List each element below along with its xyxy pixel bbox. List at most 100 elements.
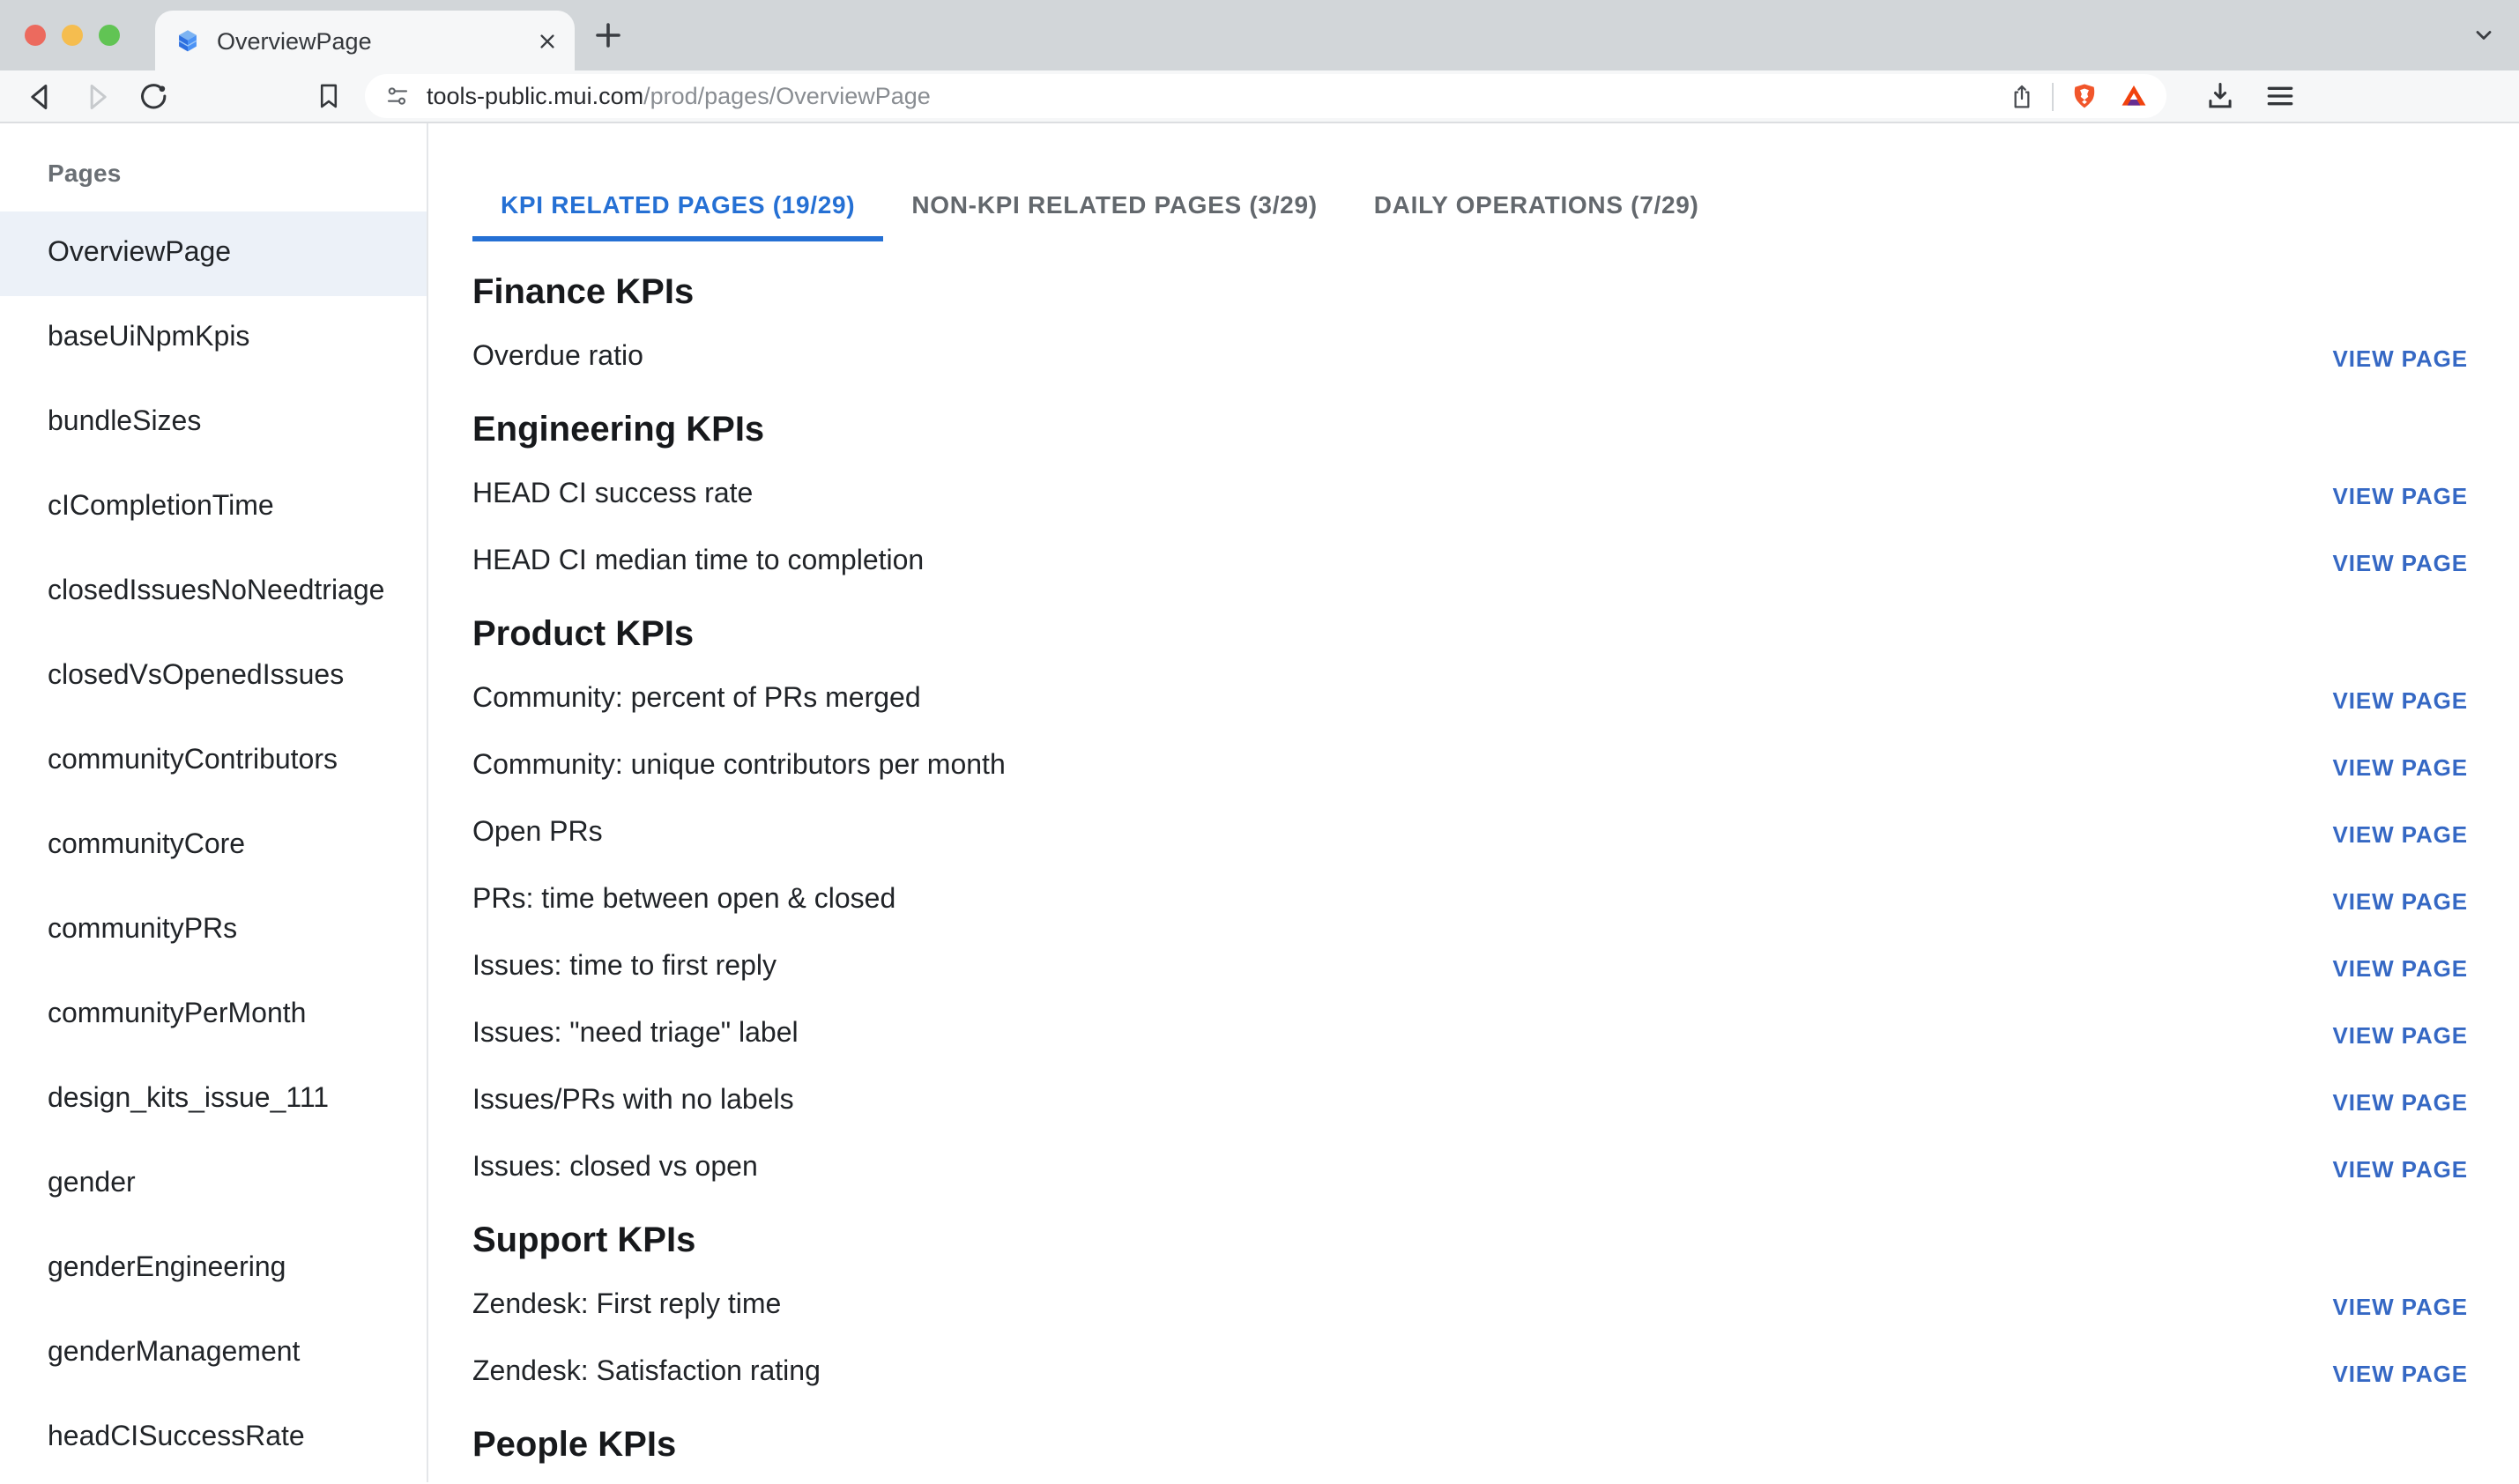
tab-daily-operations-7-29[interactable]: DAILY OPERATIONS (7/29) [1346, 166, 1728, 241]
sidebar-item-gendermanagement[interactable]: genderManagement [0, 1311, 427, 1396]
tab-close-icon[interactable] [538, 31, 557, 50]
sidebar-item-closedissuesnoneedtriage[interactable]: closedIssuesNoNeedtriage [0, 550, 427, 634]
kpi-row: Issues: "need triage" label VIEW PAGE [472, 1001, 2468, 1068]
sidebar-item-overviewpage[interactable]: OverviewPage [0, 211, 427, 296]
share-icon[interactable] [2008, 82, 2036, 110]
view-page-button[interactable]: VIEW PAGE [2332, 545, 2468, 579]
view-page-button[interactable]: VIEW PAGE [2332, 1152, 2468, 1185]
view-page-button[interactable]: VIEW PAGE [2332, 1356, 2468, 1390]
sidebar-item-communitycontributors[interactable]: communityContributors [0, 719, 427, 804]
kpi-label: HEAD CI median time to completion [472, 546, 924, 578]
browser-tab[interactable]: OverviewPage [155, 11, 575, 70]
kpi-row: Zendesk: First reply time VIEW PAGE [472, 1273, 2468, 1339]
tab-kpi-related-pages-19-29[interactable]: KPI RELATED PAGES (19/29) [472, 166, 883, 241]
view-page-button[interactable]: VIEW PAGE [2332, 1018, 2468, 1051]
section-title: Engineering KPIs [472, 398, 2468, 462]
kpi-label: Zendesk: First reply time [472, 1290, 781, 1322]
view-page-button[interactable]: VIEW PAGE [2332, 750, 2468, 783]
kpi-row: Community: unique contributors per month… [472, 733, 2468, 800]
view-page-button[interactable]: VIEW PAGE [2332, 951, 2468, 984]
kpi-label: Overdue ratio [472, 342, 643, 374]
toolbar-divider [2052, 82, 2054, 110]
kpi-label: Issues: closed vs open [472, 1153, 758, 1184]
view-page-button[interactable]: VIEW PAGE [2332, 683, 2468, 716]
tab-title: OverviewPage [217, 27, 538, 54]
sidebar-header: Pages [48, 155, 427, 190]
kpi-label: Zendesk: Satisfaction rating [472, 1357, 821, 1389]
window-close-button[interactable] [25, 25, 46, 46]
brave-shield-icon[interactable] [2069, 81, 2099, 111]
reload-button-icon[interactable] [130, 73, 176, 119]
kpi-label: Issues/PRs with no labels [472, 1086, 794, 1117]
sidebar-item-cicompletiontime[interactable]: cICompletionTime [0, 465, 427, 550]
sidebar-item-gender[interactable]: gender [0, 1142, 427, 1227]
kpi-row: Overdue ratio VIEW PAGE [472, 324, 2468, 391]
pages-sidebar: Pages OverviewPagebaseUiNpmKpisbundleSiz… [0, 123, 428, 1482]
kpi-label: HEAD CI success rate [472, 479, 753, 511]
kpi-row: Issues: time to first reply VIEW PAGE [472, 934, 2468, 1001]
kpi-label: Open PRs [472, 818, 603, 850]
kpi-label: PRs: time between open & closed [472, 885, 895, 916]
kpi-label: Community: percent of PRs merged [472, 684, 921, 716]
download-icon[interactable] [2196, 73, 2242, 119]
kpi-sections: Finance KPIsOverdue ratioVIEW PAGEEngine… [472, 261, 2468, 1477]
kpi-label: Issues: "need triage" label [472, 1019, 799, 1050]
browser-window: OverviewPage [0, 0, 2519, 1484]
tab-search-chevron-icon[interactable] [2471, 23, 2496, 48]
tab-non-kpi-related-pages-3-29[interactable]: NON-KPI RELATED PAGES (3/29) [883, 166, 1345, 241]
kpi-label: Community: unique contributors per month [472, 751, 1006, 783]
bookmark-icon[interactable] [305, 73, 351, 119]
menu-hamburger-icon[interactable] [2256, 73, 2302, 119]
window-minimize-button[interactable] [62, 25, 83, 46]
view-page-button[interactable]: VIEW PAGE [2332, 341, 2468, 375]
view-page-button[interactable]: VIEW PAGE [2332, 1085, 2468, 1118]
section-title: Support KPIs [472, 1209, 2468, 1273]
view-page-button[interactable]: VIEW PAGE [2332, 884, 2468, 917]
url-bar[interactable]: tools-public.mui.com/prod/pages/Overview… [365, 74, 2166, 118]
section-support-kpis: Support KPIs Zendesk: First reply time VIE… [472, 1209, 2468, 1406]
view-page-button[interactable]: VIEW PAGE [2332, 817, 2468, 850]
bat-rewards-icon[interactable] [2119, 81, 2149, 111]
section-title: Product KPIs [472, 603, 2468, 666]
sidebar-item-headcisuccessrate[interactable]: headCISuccessRate [0, 1396, 427, 1480]
sidebar-item-bundlesizes[interactable]: bundleSizes [0, 381, 427, 465]
section-title: Finance KPIs [472, 261, 2468, 324]
site-settings-icon[interactable] [384, 83, 411, 109]
kpi-row: Community: percent of PRs merged VIEW PAG… [472, 666, 2468, 733]
section-finance-kpis: Finance KPIs Overdue ratio VIEW PAGE [472, 261, 2468, 391]
site-favicon-icon [173, 26, 203, 56]
sidebar-item-design-kits-issue-111[interactable]: design_kits_issue_111 [0, 1057, 427, 1142]
section-engineering-kpis: Engineering KPIs HEAD CI success rate VIEW… [472, 398, 2468, 596]
window-zoom-button[interactable] [99, 25, 120, 46]
sidebar-item-genderengineering[interactable]: genderEngineering [0, 1227, 427, 1311]
sidebar-item-communitypermonth[interactable]: communityPerMonth [0, 973, 427, 1057]
section-people-kpis: People KPIs [472, 1414, 2468, 1477]
page-content: Pages OverviewPagebaseUiNpmKpisbundleSiz… [0, 123, 2519, 1482]
sidebar-list: OverviewPagebaseUiNpmKpisbundleSizescICo… [0, 211, 427, 1480]
section-title: People KPIs [472, 1414, 2468, 1477]
kpi-row: HEAD CI success rate VIEW PAGE [472, 462, 2468, 529]
back-button-icon[interactable] [18, 73, 63, 119]
sidebar-item-closedvsopenedissues[interactable]: closedVsOpenedIssues [0, 634, 427, 719]
kpi-row: HEAD CI median time to completion VIEW PA… [472, 529, 2468, 596]
kpi-row: PRs: time between open & closed VIEW PAGE [472, 867, 2468, 934]
new-tab-button[interactable] [592, 19, 624, 51]
browser-toolbar: tools-public.mui.com/prod/pages/Overview… [0, 70, 2519, 123]
kpi-row: Zendesk: Satisfaction rating VIEW PAGE [472, 1339, 2468, 1406]
view-page-button[interactable]: VIEW PAGE [2332, 479, 2468, 512]
forward-button-icon[interactable] [74, 73, 120, 119]
kpi-row: Issues: closed vs open VIEW PAGE [472, 1135, 2468, 1202]
kpi-row: Open PRs VIEW PAGE [472, 800, 2468, 867]
main-panel: KPI RELATED PAGES (19/29)NON-KPI RELATED… [428, 123, 2519, 1482]
kpi-row: Issues/PRs with no labels VIEW PAGE [472, 1068, 2468, 1135]
sidebar-item-communitycore[interactable]: communityCore [0, 804, 427, 888]
sidebar-item-baseuinpmkpis[interactable]: baseUiNpmKpis [0, 296, 427, 381]
section-product-kpis: Product KPIsCommunity: percent of PRs me… [472, 603, 2468, 1202]
kpi-label: Issues: time to first reply [472, 952, 777, 983]
browser-tab-strip: OverviewPage [0, 0, 2519, 70]
window-controls [25, 25, 120, 46]
kpi-tabs: KPI RELATED PAGES (19/29)NON-KPI RELATED… [472, 166, 2468, 241]
view-page-button[interactable]: VIEW PAGE [2332, 1289, 2468, 1323]
sidebar-item-communityprs[interactable]: communityPRs [0, 888, 427, 973]
url-text[interactable]: tools-public.mui.com/prod/pages/Overview… [427, 83, 931, 109]
